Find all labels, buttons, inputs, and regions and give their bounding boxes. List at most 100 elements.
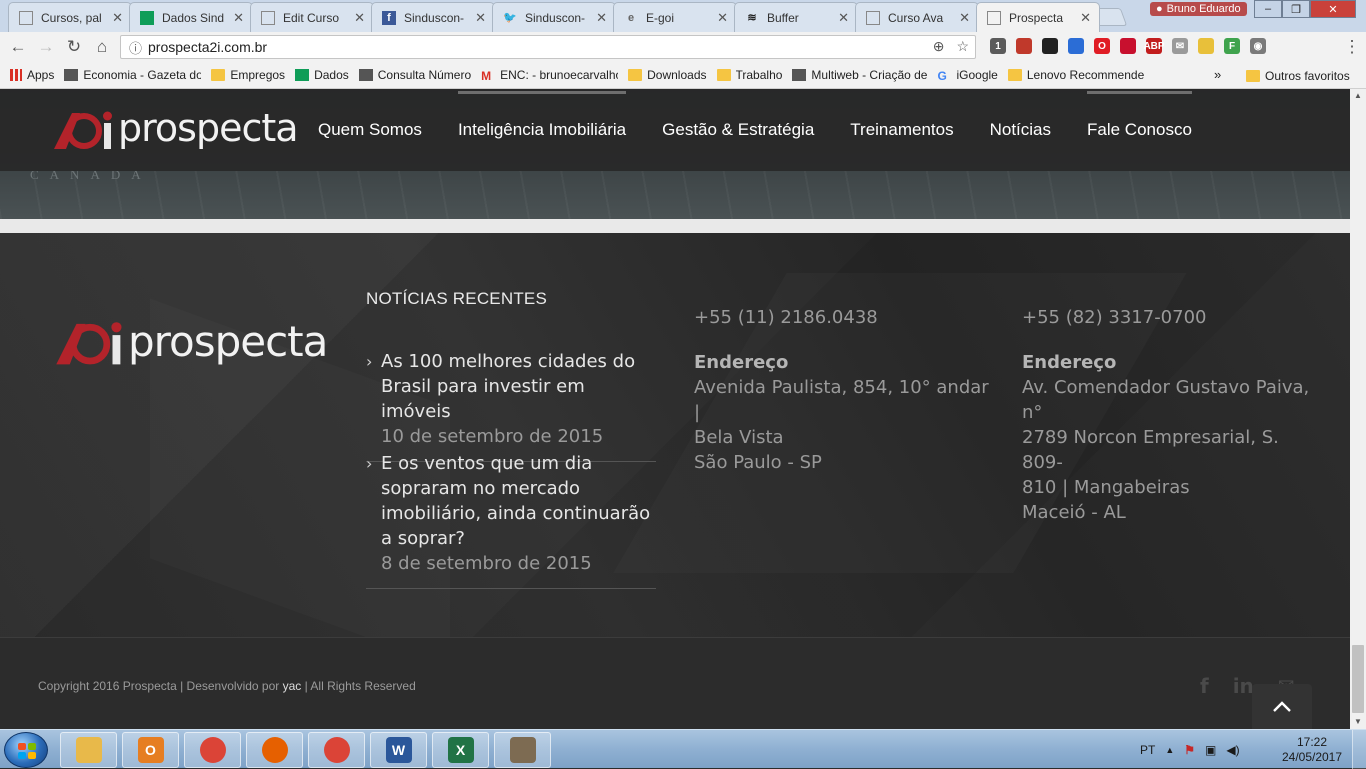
- facebook-icon[interactable]: f: [1200, 674, 1209, 698]
- bookmark-item[interactable]: Downloads: [628, 68, 707, 82]
- tab-1[interactable]: Cursos, pal ✕: [8, 2, 132, 32]
- close-window-button[interactable]: ✕: [1310, 0, 1356, 18]
- taskbar-gimp[interactable]: [494, 732, 551, 768]
- taskbar-outlook[interactable]: O: [122, 732, 179, 768]
- menu-item-2[interactable]: Inteligência Imobiliária: [440, 89, 644, 171]
- bookmark-star-icon[interactable]: ☆: [956, 38, 969, 55]
- bookmark-item[interactable]: Lenovo Recommende: [1007, 68, 1144, 82]
- tab-close-icon[interactable]: ✕: [233, 10, 244, 26]
- tab-close-icon[interactable]: ✕: [596, 10, 607, 26]
- other-bookmarks[interactable]: Outros favoritos: [1246, 69, 1350, 83]
- bookmark-item[interactable]: Consulta Número: [358, 68, 471, 82]
- profile-name: Bruno Eduardo: [1166, 3, 1241, 15]
- language-indicator[interactable]: PT: [1140, 743, 1155, 757]
- back-button[interactable]: ←: [4, 37, 32, 57]
- tab-2[interactable]: Dados Sind ✕: [129, 2, 253, 32]
- tab-close-icon[interactable]: ✕: [354, 10, 365, 26]
- page-scrollbar[interactable]: ▲ ▼: [1350, 89, 1366, 729]
- extension-icon[interactable]: [1042, 38, 1058, 54]
- menu-item-6[interactable]: Fale Conosco: [1069, 89, 1210, 171]
- tray-expand-icon[interactable]: ▲: [1165, 745, 1174, 755]
- scroll-down-icon[interactable]: ▼: [1350, 715, 1366, 729]
- reload-button[interactable]: ↻: [60, 37, 88, 57]
- bookmark-item[interactable]: Apps: [10, 68, 54, 82]
- taskbar-explorer[interactable]: [60, 732, 117, 768]
- taskbar-word[interactable]: W: [370, 732, 427, 768]
- extensions-area: 1 O ABP ✉ F ◉: [990, 38, 1266, 54]
- taskbar-chrome[interactable]: [184, 732, 241, 768]
- news-title: As 100 melhores cidades do Brasil para in…: [381, 349, 656, 424]
- extension-icon[interactable]: ✉: [1172, 38, 1188, 54]
- scrollbar-thumb[interactable]: [1352, 645, 1364, 713]
- maximize-button[interactable]: ❐: [1282, 0, 1310, 18]
- news-link[interactable]: › E os ventos que um dia sopraram no merca…: [366, 451, 656, 551]
- linkedin-icon[interactable]: in: [1233, 674, 1254, 698]
- bookmark-item[interactable]: GiGoogle: [937, 68, 997, 83]
- tab-8[interactable]: Curso Ava ✕: [855, 2, 979, 32]
- bookmark-label: Multiweb - Criação de: [811, 68, 928, 82]
- tab-3[interactable]: Edit Curso ✕: [250, 2, 374, 32]
- phone-number[interactable]: +55 (82) 3317-0700: [1022, 305, 1322, 330]
- extension-icon[interactable]: [1016, 38, 1032, 54]
- developer-link[interactable]: yac: [283, 679, 302, 693]
- profile-button[interactable]: ● Bruno Eduardo: [1150, 2, 1247, 16]
- home-button[interactable]: ⌂: [88, 37, 116, 57]
- tab-4[interactable]: f Sinduscon- ✕: [371, 2, 495, 32]
- taskbar-firefox[interactable]: [246, 732, 303, 768]
- start-button[interactable]: [4, 732, 48, 768]
- tab-close-icon[interactable]: ✕: [475, 10, 486, 26]
- tab-7[interactable]: ≋ Buffer ✕: [734, 2, 858, 32]
- google-icon: G: [937, 69, 947, 83]
- tab-9[interactable]: Prospecta ✕: [976, 2, 1100, 32]
- clock[interactable]: 17:22 24/05/2017: [1280, 735, 1344, 765]
- info-icon[interactable]: ⓘ: [129, 38, 142, 57]
- back-to-top-button[interactable]: [1252, 684, 1312, 729]
- footer-logo[interactable]: prospecta: [54, 317, 328, 367]
- header-logo[interactable]: prospecta: [52, 106, 299, 151]
- chrome-menu-icon[interactable]: ⋮: [1338, 37, 1366, 57]
- zoom-icon[interactable]: ⊕: [933, 38, 945, 55]
- bookmarks-overflow-button[interactable]: »: [1214, 67, 1221, 82]
- extension-icon[interactable]: [1198, 38, 1214, 54]
- tab-5[interactable]: 🐦 Sinduscon- ✕: [492, 2, 616, 32]
- menu-item-4[interactable]: Treinamentos: [832, 89, 971, 171]
- bookmark-item[interactable]: Economia - Gazeta do: [64, 68, 201, 82]
- phone-number[interactable]: +55 (11) 2186.0438: [694, 305, 994, 330]
- minimize-button[interactable]: ‒: [1254, 0, 1282, 18]
- extension-icon[interactable]: 1: [990, 38, 1006, 54]
- extension-icon[interactable]: ◉: [1250, 38, 1266, 54]
- address-line: São Paulo - SP: [694, 452, 822, 473]
- tab-6[interactable]: e E-goi ✕: [613, 2, 737, 32]
- taskbar-excel[interactable]: X: [432, 732, 489, 768]
- network-icon[interactable]: ▣: [1205, 743, 1216, 757]
- tab-close-icon[interactable]: ✕: [838, 10, 849, 26]
- tab-close-icon[interactable]: ✕: [959, 10, 970, 26]
- bookmark-item[interactable]: Multiweb - Criação de: [792, 68, 927, 82]
- extension-icon[interactable]: [1120, 38, 1136, 54]
- menu-item-5[interactable]: Notícias: [972, 89, 1069, 171]
- tab-close-icon[interactable]: ✕: [112, 10, 123, 26]
- window-controls: ‒ ❐ ✕: [1254, 0, 1356, 20]
- bookmark-item[interactable]: M ENC: - brunoecarvalho: [481, 68, 618, 83]
- scroll-up-icon[interactable]: ▲: [1350, 89, 1366, 103]
- volume-icon[interactable]: ◀): [1226, 743, 1239, 757]
- bookmark-item[interactable]: Trabalho: [716, 68, 782, 82]
- news-link[interactable]: › As 100 melhores cidades do Brasil para i…: [366, 349, 656, 424]
- extension-icon[interactable]: O: [1094, 38, 1110, 54]
- show-desktop-button[interactable]: [1352, 730, 1366, 769]
- menu-item-1[interactable]: Quem Somos: [300, 89, 440, 171]
- bookmark-item[interactable]: Empregos: [211, 68, 285, 82]
- address-bar[interactable]: ⓘ prospecta2i.com.br ⊕ ☆: [120, 35, 976, 59]
- tab-close-icon[interactable]: ✕: [1080, 10, 1091, 26]
- extension-icon[interactable]: ABP: [1143, 38, 1165, 54]
- logo-mark-icon: [54, 111, 112, 149]
- taskbar-chrome[interactable]: [308, 732, 365, 768]
- copyright-prefix: Copyright 2016 Prospecta | Desenvolvido …: [38, 679, 283, 693]
- action-center-icon[interactable]: ⚑: [1184, 743, 1195, 757]
- extension-icon[interactable]: [1068, 38, 1084, 54]
- bookmark-item[interactable]: Dados: [295, 68, 349, 82]
- forward-button[interactable]: →: [32, 37, 60, 57]
- extension-icon[interactable]: F: [1224, 38, 1240, 54]
- tab-close-icon[interactable]: ✕: [717, 10, 728, 26]
- menu-item-3[interactable]: Gestão & Estratégia: [644, 89, 832, 171]
